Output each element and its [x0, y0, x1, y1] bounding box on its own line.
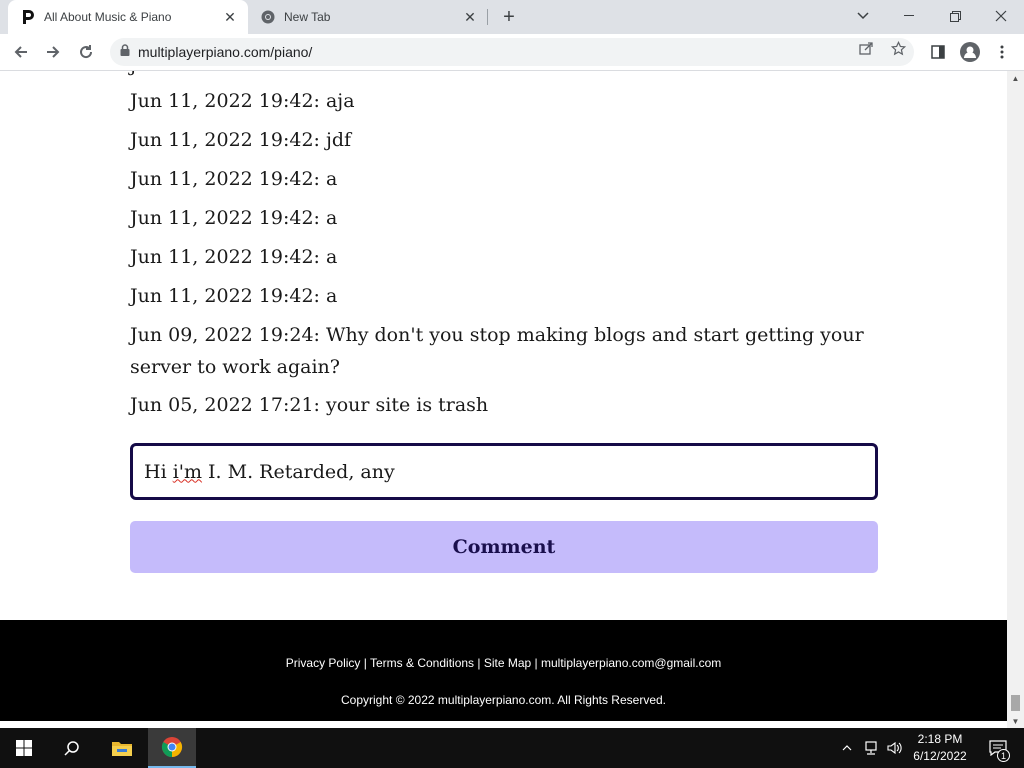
tab-new-tab[interactable]: New Tab ✕: [248, 0, 488, 34]
footer-links: Privacy Policy | Terms & Conditions | Si…: [0, 656, 1007, 670]
scrollbar-thumb[interactable]: [1011, 695, 1020, 711]
address-bar[interactable]: multiplayerpiano.com/piano/: [110, 38, 914, 66]
comment-item: Jun 11, 2022 19:42: a: [130, 246, 338, 268]
comment-item: Jun 11, 2022 19:42: aja: [130, 90, 355, 112]
volume-icon[interactable]: [884, 728, 906, 768]
tab-title: New Tab: [284, 10, 331, 24]
system-clock[interactable]: 2:18 PM 6/12/2022: [905, 731, 975, 765]
tab-separator: [487, 9, 488, 25]
footer-separator: |: [474, 656, 484, 670]
scroll-down-icon[interactable]: ▼: [1007, 714, 1024, 728]
network-icon[interactable]: [860, 728, 882, 768]
copyright-text: Copyright © 2022 multiplayerpiano.com. A…: [341, 693, 666, 707]
profile-avatar-icon[interactable]: [956, 38, 984, 66]
lock-icon: [120, 43, 130, 61]
site-map-link[interactable]: Site Map: [484, 656, 531, 670]
tab-strip: All About Music & Piano ✕ New Tab ✕ +: [0, 0, 1024, 34]
new-tab-button[interactable]: +: [497, 5, 521, 29]
windows-start-icon[interactable]: [0, 728, 48, 768]
footer-separator: |: [531, 656, 541, 670]
tab-close-icon[interactable]: ✕: [460, 7, 480, 27]
tab-search-icon[interactable]: [840, 0, 886, 32]
tab-all-about-music[interactable]: All About Music & Piano ✕: [8, 0, 248, 34]
tab-title: All About Music & Piano: [44, 10, 172, 24]
notification-count-badge: 1: [997, 749, 1010, 762]
comment-button[interactable]: Comment: [130, 521, 878, 573]
site-footer: Privacy Policy | Terms & Conditions | Si…: [0, 620, 1007, 721]
minimize-button[interactable]: [886, 0, 932, 32]
browser-toolbar: multiplayerpiano.com/piano/: [0, 34, 1024, 71]
file-explorer-icon[interactable]: [98, 728, 146, 768]
search-icon[interactable]: [48, 728, 96, 768]
privacy-policy-link[interactable]: Privacy Policy: [286, 656, 361, 670]
share-icon[interactable]: [858, 40, 874, 56]
clock-time: 2:18 PM: [917, 732, 963, 746]
comment-input[interactable]: Hi i'm I. M. Retarded, any: [130, 443, 878, 500]
reload-button[interactable]: [72, 38, 100, 66]
show-hidden-icons-icon[interactable]: [838, 728, 856, 768]
bookmark-star-icon[interactable]: [890, 40, 906, 56]
menu-kebab-icon[interactable]: [988, 38, 1016, 66]
page-scrollbar[interactable]: ▲ ▼: [1007, 71, 1024, 728]
notifications-icon[interactable]: 1: [980, 728, 1016, 768]
input-text-prefix: Hi: [144, 460, 173, 483]
chrome-icon: [260, 9, 276, 25]
comment-item: Jun 11, 2022 19:42: jdf: [130, 129, 352, 151]
url-text: multiplayerpiano.com/piano/: [138, 44, 313, 60]
comment-item: Jun 11, 2022 19:42: a: [130, 168, 338, 190]
tab-close-icon[interactable]: ✕: [220, 7, 240, 27]
forward-button[interactable]: [39, 38, 67, 66]
chrome-taskbar-icon[interactable]: [148, 728, 196, 768]
windows-taskbar: 2:18 PM 6/12/2022 1: [0, 728, 1024, 768]
clock-date: 6/12/2022: [913, 749, 967, 763]
close-window-button[interactable]: [978, 0, 1024, 32]
back-button[interactable]: [7, 38, 35, 66]
scroll-up-icon[interactable]: ▲: [1007, 71, 1024, 85]
partial-comment-text: j: [130, 71, 136, 81]
input-text-misspelled: i'm: [172, 460, 203, 483]
side-panel-icon[interactable]: [924, 38, 952, 66]
input-text-suffix: I. M. Retarded, any: [202, 460, 395, 483]
comment-item: Jun 11, 2022 19:42: a: [130, 285, 338, 307]
terms-link[interactable]: Terms & Conditions: [370, 656, 474, 670]
email-link[interactable]: multiplayerpiano.com@gmail.com: [541, 656, 721, 670]
comment-item: Jun 09, 2022 19:24: Why don't you stop m…: [130, 324, 864, 378]
comment-item: Jun 05, 2022 17:21: your site is trash: [130, 394, 489, 416]
footer-separator: |: [360, 656, 370, 670]
piano-logo-icon: [20, 9, 36, 25]
restore-button[interactable]: [932, 0, 978, 32]
comment-item: Jun 11, 2022 19:42: a: [130, 207, 338, 229]
page-viewport: j Jun 11, 2022 19:42: aja Jun 11, 2022 1…: [0, 71, 1007, 721]
